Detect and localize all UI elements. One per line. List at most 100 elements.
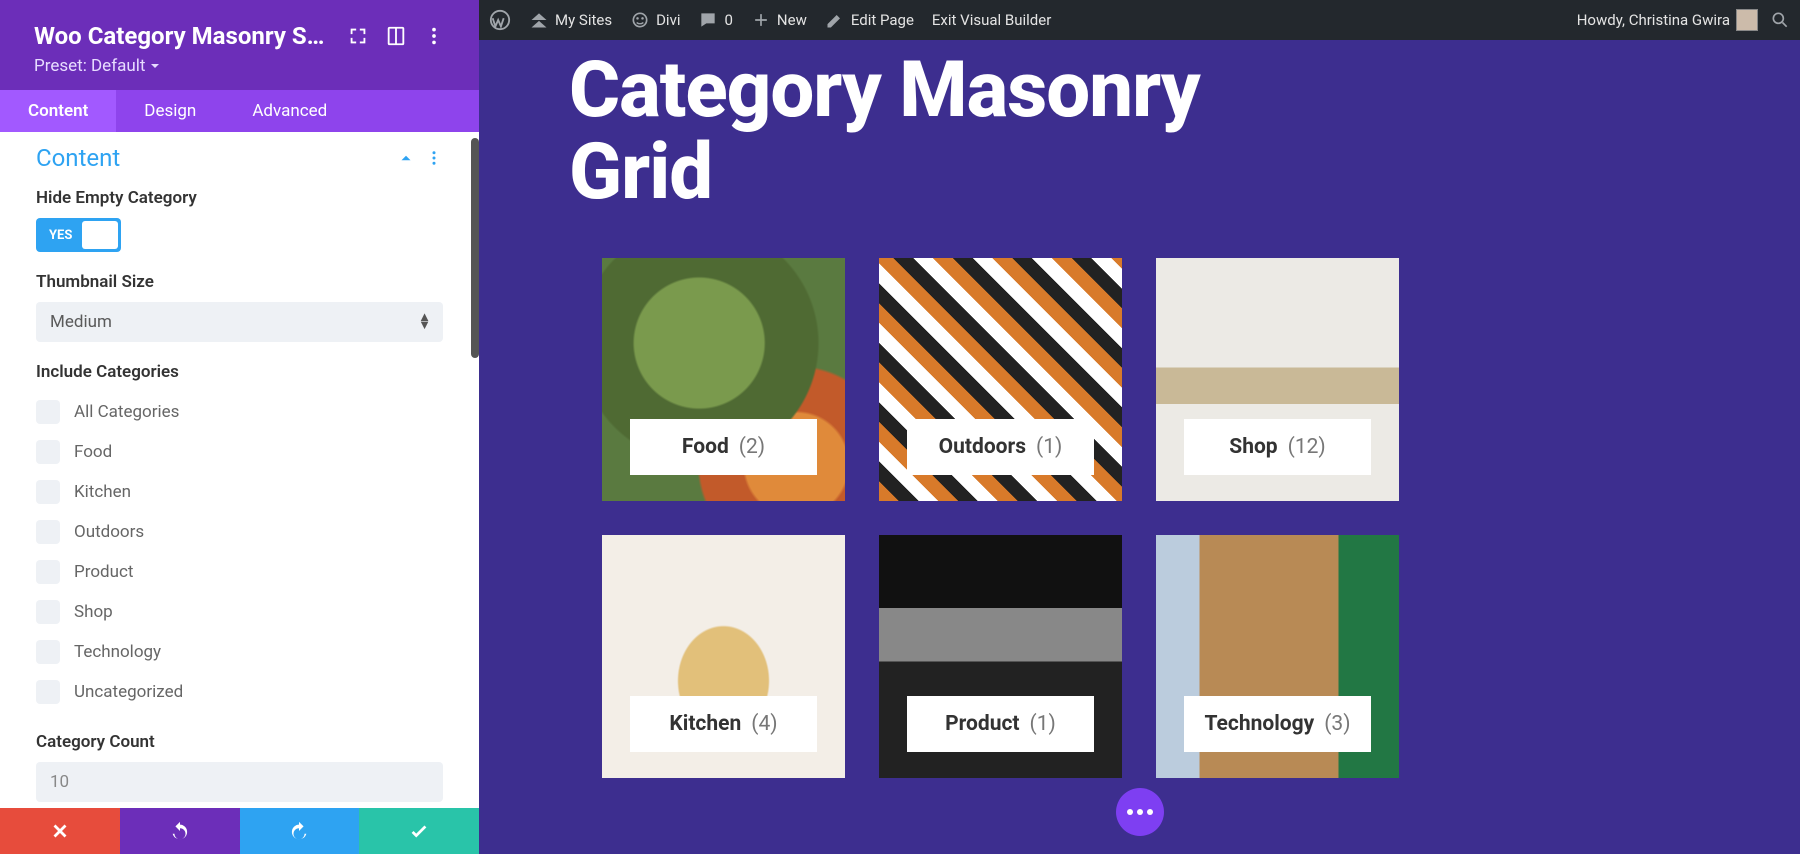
tab-advanced[interactable]: Advanced: [224, 90, 355, 132]
section-title: Content: [36, 144, 120, 172]
card-count: (4): [751, 712, 777, 736]
field-category-count: Category Count 10: [0, 722, 479, 808]
panel-header: Woo Category Masonry Set... Preset: Defa…: [0, 0, 479, 90]
checkbox[interactable]: [36, 600, 60, 624]
responsive-icon[interactable]: [385, 25, 407, 47]
card-count: (2): [739, 435, 765, 459]
chevron-up-icon[interactable]: [397, 149, 415, 167]
category-card[interactable]: Kitchen (4): [602, 535, 845, 778]
category-count-input[interactable]: 10: [36, 762, 443, 802]
cancel-button[interactable]: [0, 808, 120, 854]
category-checkbox-row[interactable]: Product: [36, 552, 443, 592]
card-label: Outdoors(1): [907, 419, 1094, 475]
title-line2: Grid: [569, 127, 712, 218]
exit-vb-link[interactable]: Exit Visual Builder: [932, 11, 1051, 29]
category-checkbox-row[interactable]: Technology: [36, 632, 443, 672]
category-checkbox-row[interactable]: Kitchen: [36, 472, 443, 512]
checkbox[interactable]: [36, 560, 60, 584]
checkbox-label: Technology: [74, 642, 161, 662]
site-name-label: Divi: [656, 11, 680, 29]
checkbox-label: Product: [74, 562, 133, 582]
checkbox[interactable]: [36, 440, 60, 464]
panel-footer: [0, 808, 479, 854]
fab-more-button[interactable]: [1116, 788, 1164, 836]
category-checkbox-row[interactable]: All Categories: [36, 392, 443, 432]
panel-title: Woo Category Masonry Set...: [34, 22, 331, 50]
select-caret-icon: ▲▼: [418, 314, 431, 330]
card-name: Kitchen: [669, 712, 741, 736]
my-sites-label: My Sites: [555, 11, 612, 29]
new-label: New: [777, 11, 807, 29]
section-kebab-icon[interactable]: [425, 149, 443, 167]
wp-admin-bar: My Sites Divi 0 New Edit Page Exit Visua…: [479, 0, 1800, 40]
new-link[interactable]: New: [751, 10, 807, 30]
category-checkbox-row[interactable]: Uncategorized: [36, 672, 443, 712]
card-label: Product (1): [907, 696, 1094, 752]
comments-link[interactable]: 0: [698, 10, 732, 30]
checkbox-label: Shop: [74, 602, 113, 622]
site-link[interactable]: Divi: [630, 10, 680, 30]
category-checkbox-row[interactable]: Food: [36, 432, 443, 472]
card-count: (3): [1324, 712, 1350, 736]
field-include-categories: Include Categories All Categories Food Kit…: [0, 352, 479, 722]
card-name: Technology: [1204, 712, 1314, 736]
category-card[interactable]: Technology (3): [1156, 535, 1399, 778]
wp-logo-icon[interactable]: [489, 9, 511, 31]
checkbox[interactable]: [36, 400, 60, 424]
undo-button[interactable]: [120, 808, 240, 854]
panel-body: Content Hide Empty Category YES Thumbnai…: [0, 132, 479, 808]
greeting-label: Howdy, Christina Gwira: [1577, 11, 1730, 29]
preset-label: Preset: Default: [34, 56, 145, 76]
input-placeholder: 10: [50, 772, 69, 792]
checkbox-label: All Categories: [74, 402, 179, 422]
checkbox-label: Food: [74, 442, 112, 462]
toggle-knob: [82, 221, 118, 249]
settings-panel: Woo Category Masonry Set... Preset: Defa…: [0, 0, 479, 854]
panel-tabs: Content Design Advanced: [0, 90, 479, 132]
tab-content[interactable]: Content: [0, 90, 116, 132]
card-label: Shop(12): [1184, 419, 1371, 475]
checkbox-label: Kitchen: [74, 482, 131, 502]
category-card[interactable]: Product (1): [879, 535, 1122, 778]
redo-button[interactable]: [240, 808, 360, 854]
checkbox-label: Outdoors: [74, 522, 144, 542]
category-card[interactable]: Outdoors(1): [879, 258, 1122, 501]
field-label: Hide Empty Category: [36, 188, 443, 208]
toggle-hide-empty[interactable]: YES: [36, 218, 121, 252]
category-card[interactable]: Food(2): [602, 258, 845, 501]
field-hide-empty: Hide Empty Category YES: [0, 178, 479, 262]
caret-down-icon: [149, 60, 161, 72]
edit-page-label: Edit Page: [851, 11, 914, 29]
account-link[interactable]: Howdy, Christina Gwira: [1577, 9, 1758, 31]
field-label: Thumbnail Size: [36, 272, 443, 292]
card-count: (1): [1036, 435, 1062, 459]
card-label: Technology (3): [1184, 696, 1371, 752]
edit-page-link[interactable]: Edit Page: [825, 10, 914, 30]
kebab-icon[interactable]: [423, 25, 445, 47]
checkbox[interactable]: [36, 520, 60, 544]
field-label: Include Categories: [36, 362, 443, 382]
category-grid: Food(2) Outdoors(1) Shop(12) Kitchen (4) Prod…: [602, 258, 1710, 778]
comments-count: 0: [724, 11, 732, 29]
select-value: Medium: [50, 312, 112, 332]
category-checkbox-row[interactable]: Shop: [36, 592, 443, 632]
preset-selector[interactable]: Preset: Default: [34, 56, 445, 76]
toggle-text: YES: [39, 228, 82, 243]
scrollbar-thumb[interactable]: [471, 138, 479, 358]
card-count: (12): [1288, 435, 1326, 459]
checkbox[interactable]: [36, 640, 60, 664]
card-count: (1): [1030, 712, 1056, 736]
my-sites-link[interactable]: My Sites: [529, 10, 612, 30]
search-icon[interactable]: [1770, 10, 1790, 30]
save-button[interactable]: [359, 808, 479, 854]
category-card[interactable]: Shop(12): [1156, 258, 1399, 501]
checkbox[interactable]: [36, 680, 60, 704]
checkbox[interactable]: [36, 480, 60, 504]
title-line1: Category Masonry: [569, 45, 1200, 136]
category-checkbox-row[interactable]: Outdoors: [36, 512, 443, 552]
expand-icon[interactable]: [347, 25, 369, 47]
tab-design[interactable]: Design: [116, 90, 224, 132]
card-name: Product: [945, 712, 1019, 736]
section-header[interactable]: Content: [0, 132, 479, 178]
thumbnail-size-select[interactable]: Medium ▲▼: [36, 302, 443, 342]
